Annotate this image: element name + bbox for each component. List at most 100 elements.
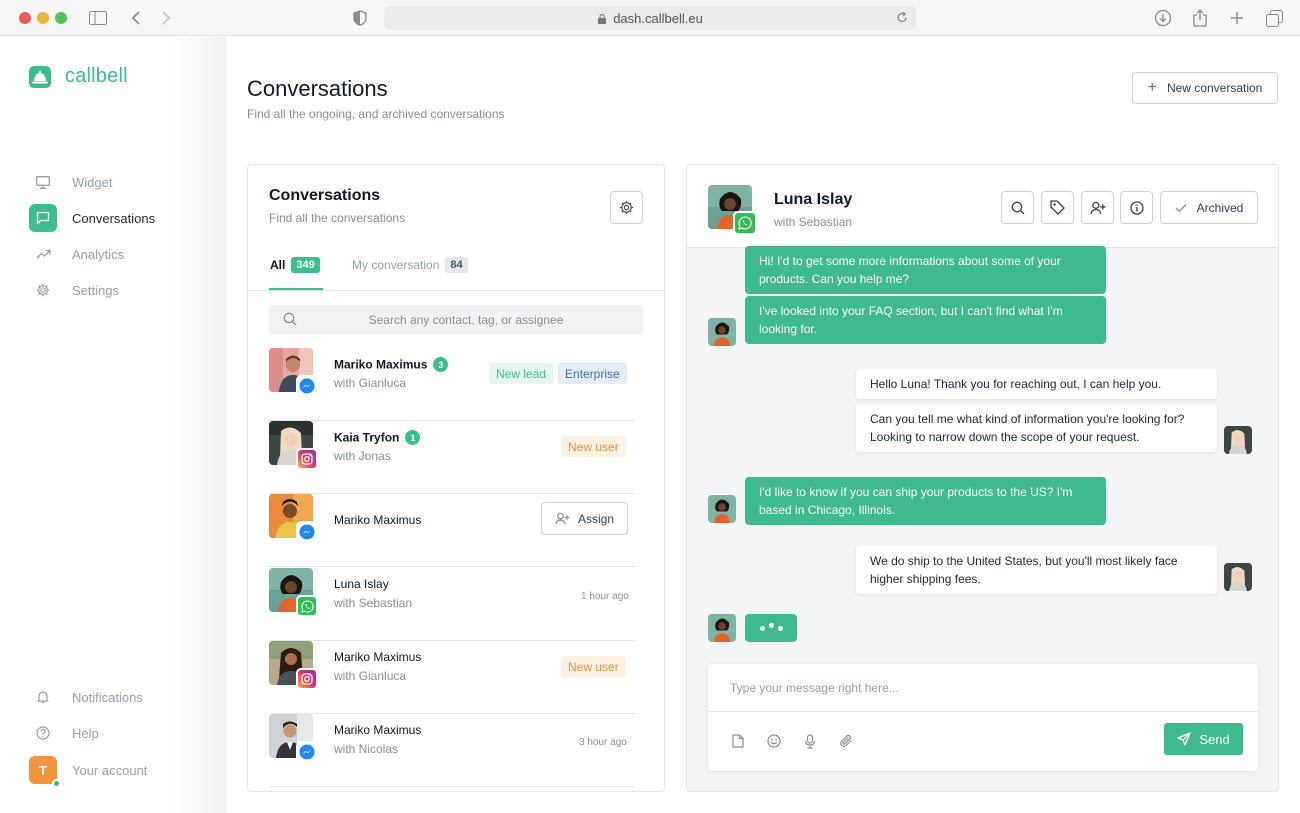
assign-button[interactable]: Assign xyxy=(541,502,628,535)
minimize-window-button[interactable] xyxy=(37,12,49,24)
message-input[interactable] xyxy=(708,664,1258,712)
share-icon[interactable] xyxy=(1191,9,1209,27)
new-conversation-button[interactable]: + New conversation xyxy=(1132,72,1278,104)
message-bubble-incoming: I've looked into your FAQ section, but I… xyxy=(745,296,1106,344)
messenger-icon xyxy=(296,375,318,397)
tag-icon xyxy=(1050,200,1065,215)
search-box xyxy=(269,305,643,334)
document-icon[interactable] xyxy=(729,732,747,750)
tag-button[interactable] xyxy=(1041,191,1074,224)
contact-message-avatar xyxy=(708,495,736,523)
tag-new-user[interactable]: New user xyxy=(561,436,626,457)
nav-widget-label: Widget xyxy=(72,174,113,190)
chat-assignee: with Sebastian xyxy=(774,215,853,229)
callbell-logo[interactable]: callbell xyxy=(29,65,128,88)
nav-your-account[interactable]: T Your account xyxy=(29,756,148,788)
conversation-row[interactable]: Mariko Maximus 3 with Gianluca New lead E… xyxy=(269,348,635,421)
forward-icon[interactable] xyxy=(157,9,175,27)
typing-indicator xyxy=(745,614,797,642)
back-icon[interactable] xyxy=(127,9,145,27)
message-composer: Send xyxy=(708,664,1258,771)
contact-name: Mariko Maximus xyxy=(334,723,422,737)
agent-message-avatar xyxy=(1224,426,1252,454)
search-chat-button[interactable] xyxy=(1001,191,1034,224)
account-avatar: T xyxy=(29,756,61,788)
attachment-icon[interactable] xyxy=(837,732,855,750)
check-icon xyxy=(1175,203,1187,212)
nav-widget[interactable]: Widget xyxy=(29,168,112,196)
assign-user-button[interactable] xyxy=(1081,191,1114,224)
conversation-row[interactable]: Mariko Maximus Assign xyxy=(269,494,635,567)
conversation-row[interactable]: Mariko Maximus with Nicolas 3 hour ago xyxy=(269,714,635,787)
archived-label: Archived xyxy=(1196,200,1244,215)
send-button[interactable]: Send xyxy=(1164,723,1243,755)
contact-name-text: Mariko Maximus xyxy=(334,357,428,372)
tab-my-conversation[interactable]: My conversation 84 xyxy=(352,257,468,273)
tabs-divider xyxy=(248,290,664,291)
contact-message-avatar xyxy=(708,614,736,642)
message-bubble-outgoing: We do ship to the United States, but you… xyxy=(856,546,1217,594)
conversation-row[interactable]: Kaia Tryfon 1 with Jonas New user xyxy=(269,421,635,494)
microphone-icon[interactable] xyxy=(801,732,819,750)
page-title: Conversations xyxy=(247,76,388,101)
archived-button[interactable]: Archived xyxy=(1160,191,1258,224)
conversation-list-panel: Conversations Find all the conversations… xyxy=(247,164,665,792)
nav-settings-label: Settings xyxy=(72,282,119,298)
privacy-shield-icon[interactable] xyxy=(351,9,369,27)
add-user-icon xyxy=(555,512,570,525)
nav-your-account-label: Your account xyxy=(72,762,148,778)
contact-name-text: Kaia Tryfon xyxy=(334,430,400,445)
sidebar: callbell Widget Conversations Analytics … xyxy=(0,37,226,813)
list-subtitle: Find all the conversations xyxy=(269,211,406,225)
tag-new-user[interactable]: New user xyxy=(561,656,626,677)
downloads-icon[interactable] xyxy=(1154,9,1172,27)
assignee-text: with Jonas xyxy=(334,449,391,463)
gear-icon xyxy=(29,276,57,304)
list-settings-button[interactable] xyxy=(610,191,643,224)
monitor-icon xyxy=(29,168,57,196)
new-conversation-label: New conversation xyxy=(1166,81,1263,95)
emoji-icon[interactable] xyxy=(765,732,783,750)
close-window-button[interactable] xyxy=(19,12,31,24)
list-title: Conversations xyxy=(269,187,381,204)
new-tab-icon[interactable] xyxy=(1228,9,1246,27)
zoom-window-button[interactable] xyxy=(55,12,67,24)
nav-analytics[interactable]: Analytics xyxy=(29,240,124,268)
sidebar-toggle-icon[interactable] xyxy=(89,9,107,27)
brand-name: callbell xyxy=(65,65,128,87)
assign-label: Assign xyxy=(577,511,615,526)
nav-conversations[interactable]: Conversations xyxy=(29,204,155,232)
tag-new-lead[interactable]: New lead xyxy=(489,363,554,384)
chat-contact-name: Luna Islay xyxy=(774,191,853,208)
last-activity-time: 1 hour ago xyxy=(581,591,629,602)
message-bubble-incoming: I'd like to know if you can ship your pr… xyxy=(745,477,1106,525)
account-initial: T xyxy=(39,762,47,778)
chat-icon xyxy=(29,204,57,232)
browser-toolbar: dash.callbell.eu xyxy=(0,0,1300,36)
contact-name: Mariko Maximus xyxy=(334,513,422,527)
nav-settings[interactable]: Settings xyxy=(29,276,119,304)
nav-help[interactable]: Help xyxy=(29,719,99,747)
add-user-icon xyxy=(1089,201,1105,214)
assignee-text: with Gianluca xyxy=(334,376,407,390)
info-button[interactable] xyxy=(1120,191,1153,224)
tab-all[interactable]: All 349 xyxy=(270,257,320,273)
nav-notifications-label: Notifications xyxy=(72,689,143,705)
conversation-row[interactable]: Luna Islay with Sebastian 1 hour ago xyxy=(269,568,635,641)
address-url: dash.callbell.eu xyxy=(613,10,703,26)
tag-enterprise[interactable]: Enterprise xyxy=(558,363,627,384)
messenger-icon xyxy=(296,741,318,763)
reload-icon[interactable] xyxy=(896,11,908,27)
gear-icon xyxy=(619,200,634,215)
nav-notifications[interactable]: Notifications xyxy=(29,683,143,711)
conversation-row[interactable]: Mariko Maximus with Gianluca New user xyxy=(269,641,635,714)
search-icon xyxy=(1011,201,1024,214)
instagram-icon xyxy=(296,448,318,470)
assignee-text: with Gianluca xyxy=(334,669,407,683)
search-input[interactable] xyxy=(269,305,643,334)
send-label: Send xyxy=(1199,731,1230,747)
online-status-dot xyxy=(52,779,61,788)
address-bar[interactable]: dash.callbell.eu xyxy=(384,6,916,30)
bell-logo-icon xyxy=(29,65,51,88)
tab-overview-icon[interactable] xyxy=(1265,9,1283,27)
